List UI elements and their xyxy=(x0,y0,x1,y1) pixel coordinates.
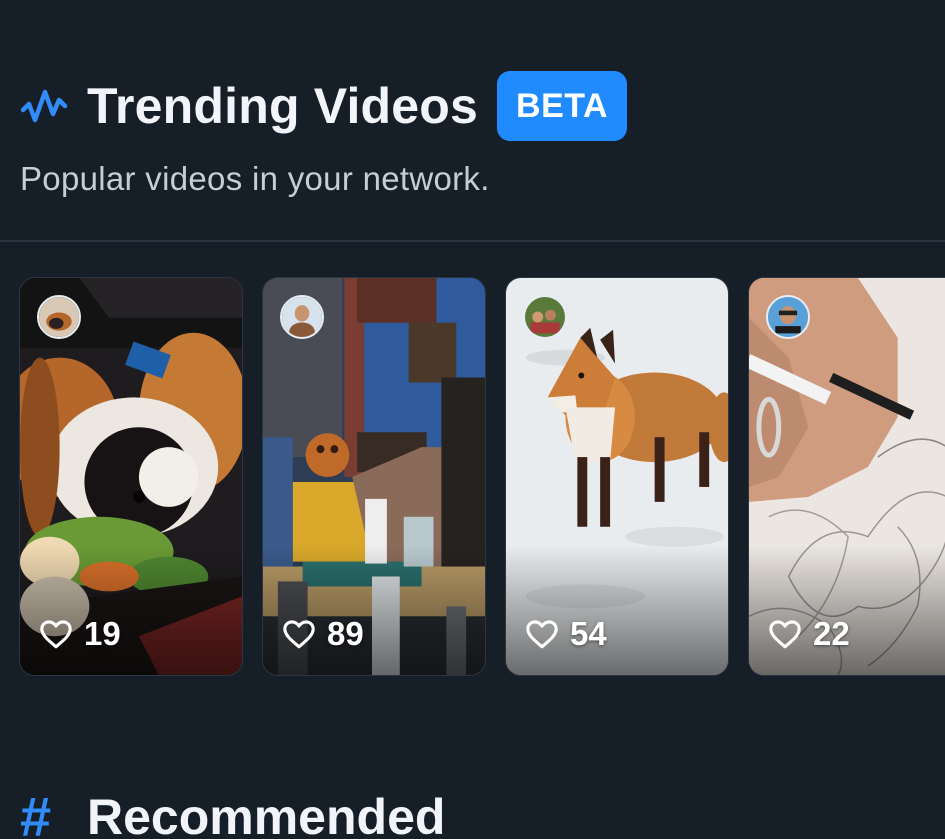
card-shade xyxy=(749,545,945,675)
heart-icon[interactable] xyxy=(768,618,802,650)
video-card[interactable]: 22 xyxy=(748,277,945,676)
likes-count: 19 xyxy=(39,615,121,653)
avatar[interactable] xyxy=(766,295,810,339)
recommended-title: Recommended xyxy=(87,789,446,839)
likes-count: 22 xyxy=(768,615,850,653)
avatar[interactable] xyxy=(523,295,567,339)
card-shade xyxy=(506,545,728,675)
recommended-header: # Recommended xyxy=(20,782,445,839)
likes-count: 89 xyxy=(282,615,364,653)
trending-page: Trending Videos BETA Popular videos in y… xyxy=(0,0,945,839)
likes-count: 54 xyxy=(525,615,607,653)
video-card[interactable]: 89 xyxy=(262,277,486,676)
card-shade xyxy=(263,545,485,675)
video-card[interactable]: 54 xyxy=(505,277,729,676)
card-shade xyxy=(20,545,242,675)
likes-value: 89 xyxy=(327,615,364,652)
avatar[interactable] xyxy=(280,295,324,339)
avatar[interactable] xyxy=(37,295,81,339)
likes-value: 54 xyxy=(570,615,607,652)
heart-icon[interactable] xyxy=(282,618,316,650)
heart-icon[interactable] xyxy=(39,618,73,650)
heart-icon[interactable] xyxy=(525,618,559,650)
hash-icon: # xyxy=(20,785,52,839)
video-card[interactable]: 19 xyxy=(19,277,243,676)
video-carousel[interactable]: 19 89 54 22 xyxy=(0,0,945,839)
likes-value: 19 xyxy=(84,615,121,652)
likes-value: 22 xyxy=(813,615,850,652)
